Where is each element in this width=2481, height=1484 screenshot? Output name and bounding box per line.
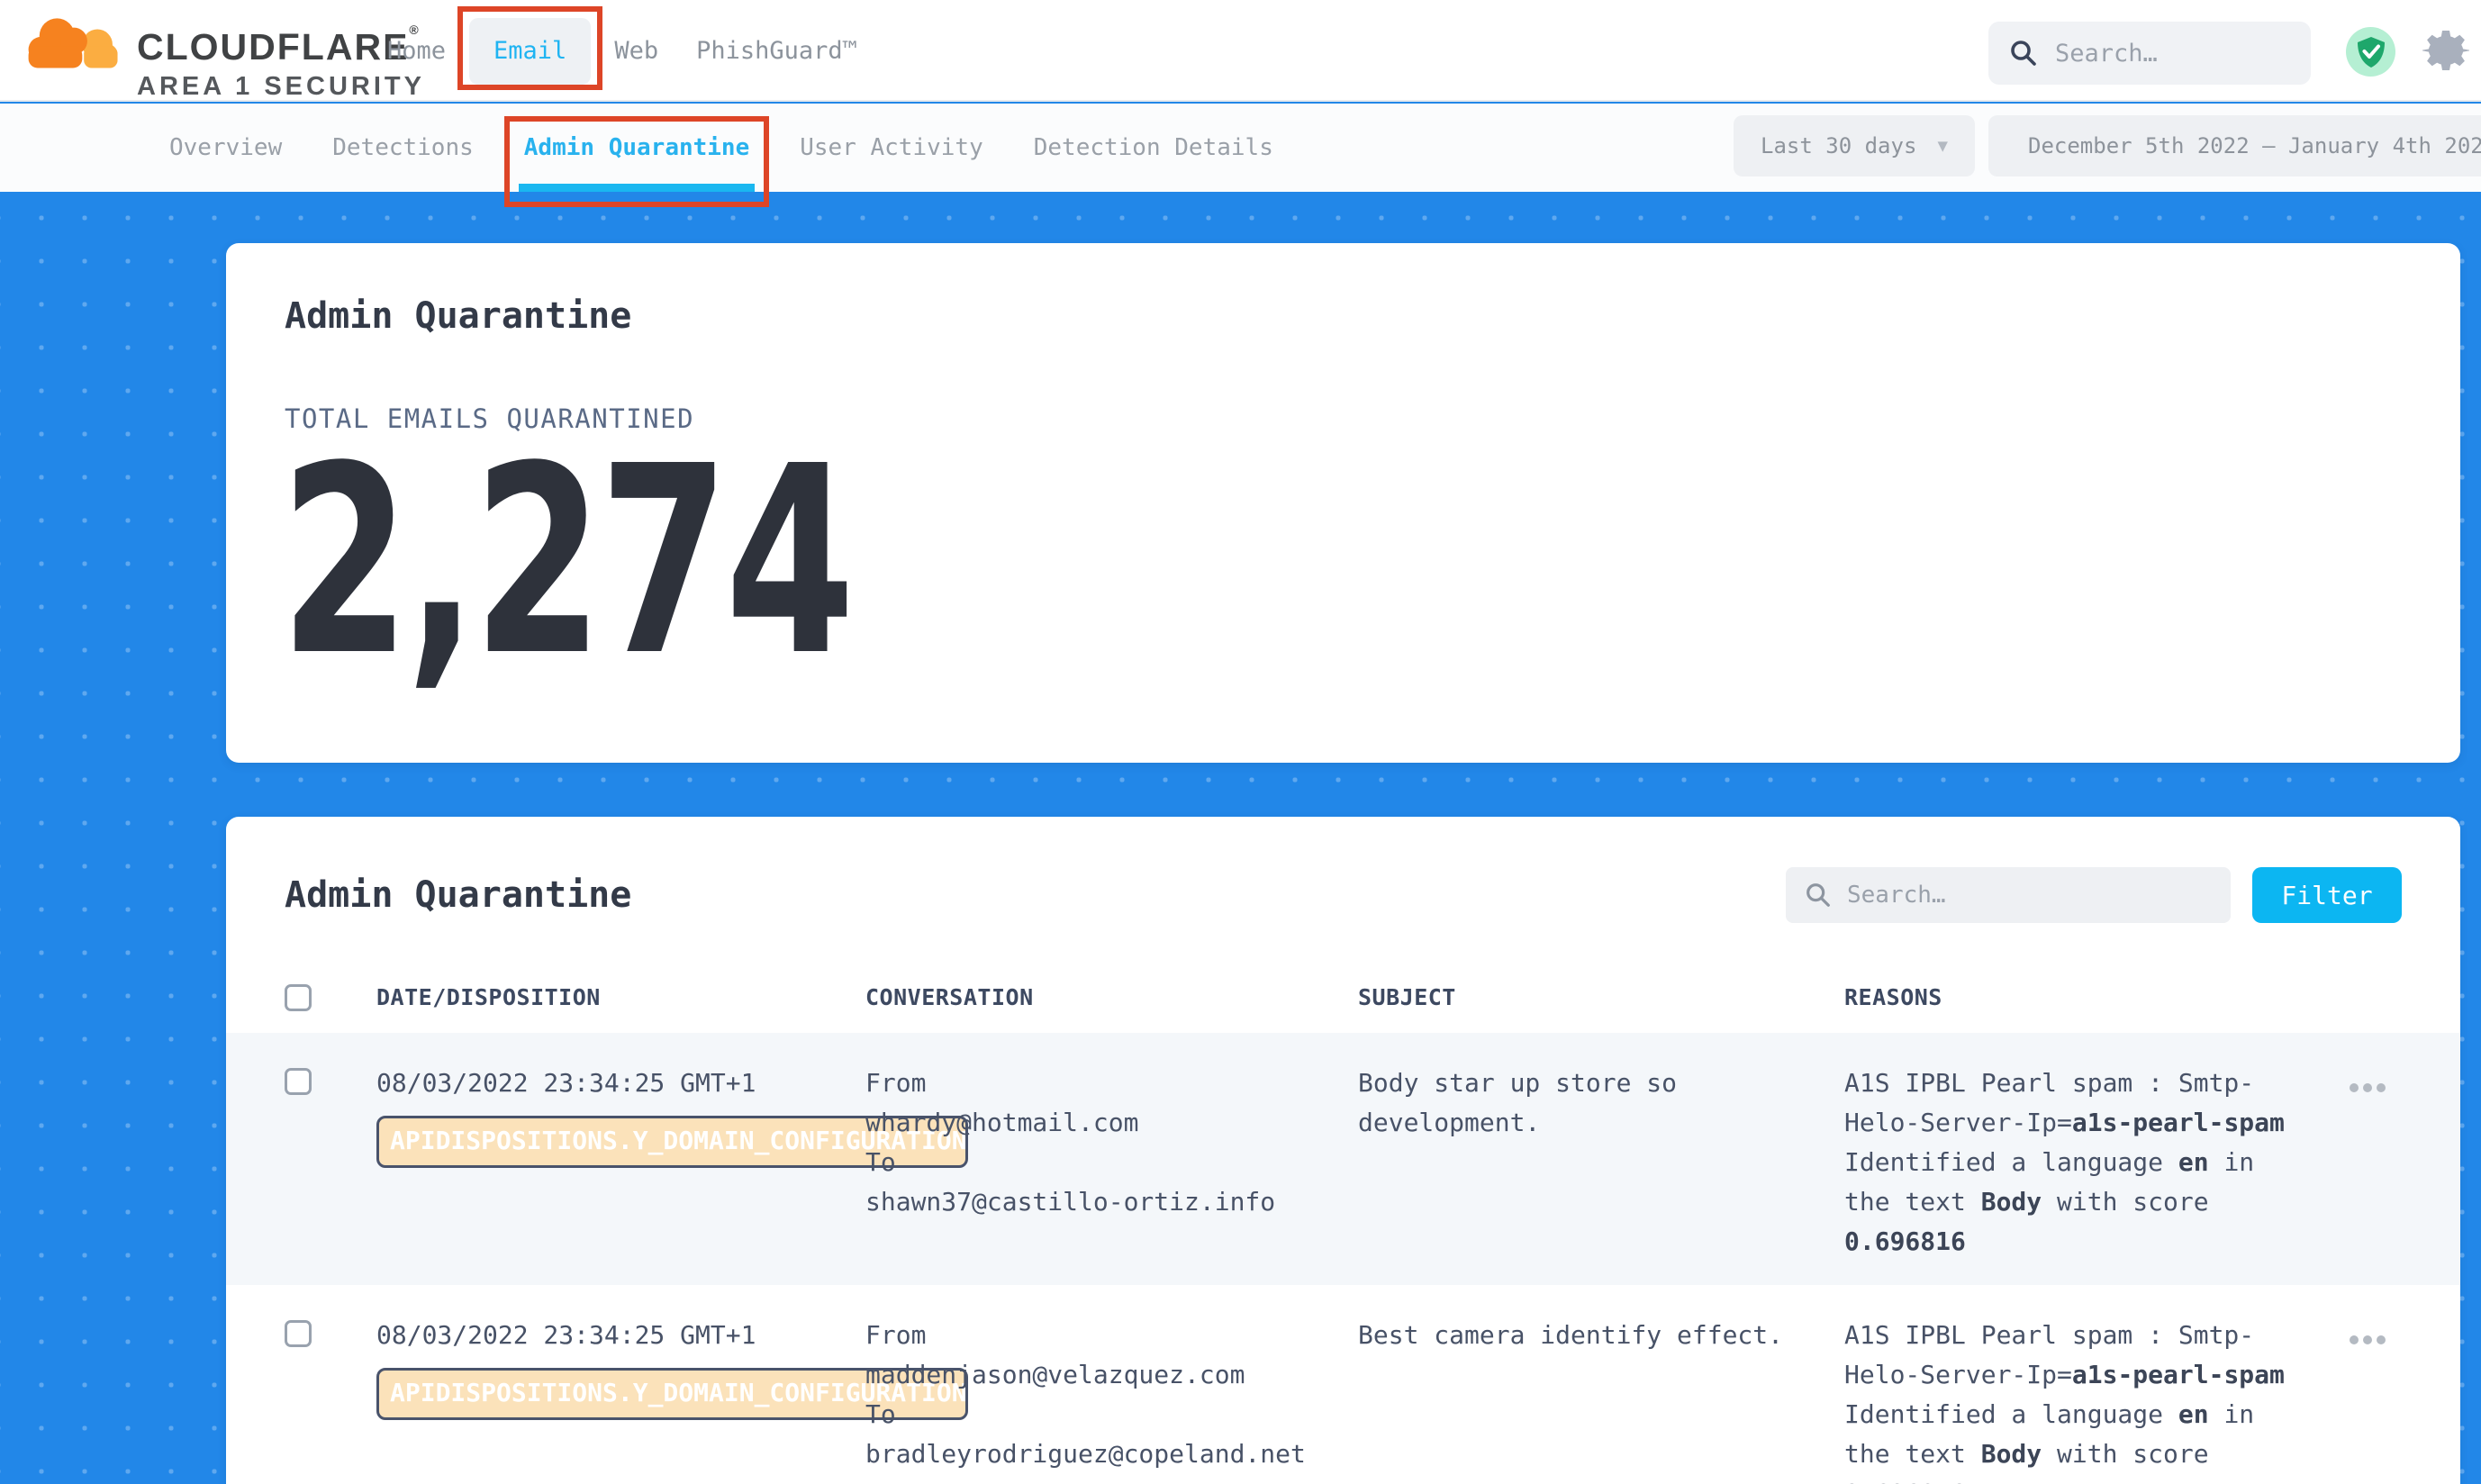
summary-card: Admin Quarantine TOTAL EMAILS QUARANTINE… [226,243,2460,763]
table-header-row: DATE/DISPOSITION CONVERSATION SUBJECT RE… [226,961,2460,1033]
from-label: From [865,1063,1358,1103]
select-all-checkbox[interactable] [285,984,312,1011]
reasons-text: A1S IPBL Pearl spam : Smtp-Helo-Server-I… [1844,1063,2290,1262]
table-row: 08/03/2022 23:34:25 GMT+1APIDISPOSITIONS… [226,1033,2460,1285]
from-address: maddenjason@velazquez.com [865,1355,1358,1395]
cloudflare-cloud-icon [23,7,124,77]
brand-subtitle: AREA 1 SECURITY [137,74,425,100]
table-search[interactable] [1786,867,2231,923]
tab-detections[interactable]: Detections [332,134,474,161]
tab-admin-quarantine-active[interactable]: Admin Quarantine [524,134,749,161]
nav-item-email-active[interactable]: Email [469,18,591,85]
subject-text: Best camera identify effect. [1358,1316,1826,1355]
column-header-subject: SUBJECT [1358,984,1844,1010]
table-search-input[interactable] [1847,882,2189,909]
date-disposition-cell: 08/03/2022 23:34:25 GMT+1APIDISPOSITIONS… [376,1063,865,1262]
date-range-dropdown-label: Last 30 days [1761,133,1916,158]
to-label: To [865,1395,1358,1434]
ellipsis-dot [2377,1083,2386,1092]
table-row: 08/03/2022 23:34:25 GMT+1APIDISPOSITIONS… [226,1285,2460,1484]
summary-card-title: Admin Quarantine [226,243,2460,337]
column-header-date-disposition: DATE/DISPOSITION [376,984,865,1010]
top-navbar: CLOUDFLARE® AREA 1 SECURITY Home Email W… [0,0,2481,102]
nav-item-web[interactable]: Web [614,37,658,65]
ellipsis-dot [2350,1083,2359,1092]
table-card-title: Admin Quarantine [285,874,631,916]
nav-item-home[interactable]: Home [387,37,446,65]
tab-detection-details[interactable]: Detection Details [1034,134,1273,161]
table-body: 08/03/2022 23:34:25 GMT+1APIDISPOSITIONS… [226,1033,2460,1484]
cloudflare-logo[interactable]: CLOUDFLARE® AREA 1 SECURITY [23,7,425,100]
to-label: To [865,1143,1358,1182]
column-header-reasons: REASONS [1844,984,2304,1010]
reasons-text: A1S IPBL Pearl spam : Smtp-Helo-Server-I… [1844,1316,2290,1484]
row-date: 08/03/2022 23:34:25 GMT+1 [376,1063,865,1103]
nav-item-phishguard[interactable]: PhishGuard™ [696,37,857,65]
from-address: whardy@hotmail.com [865,1103,1358,1143]
date-range-value[interactable]: December 5th 2022 — January 4th 2023 [1988,115,2481,176]
global-search-input[interactable] [2055,40,2280,68]
security-status-badge[interactable] [2346,27,2395,77]
ellipsis-dot [2377,1335,2386,1344]
shield-check-icon [2356,36,2386,68]
global-search[interactable] [1988,22,2311,85]
search-icon [1804,881,1833,909]
brand-title: CLOUDFLARE® [137,23,425,66]
quarantine-table-card: Admin Quarantine Filter DATE/DISPOSITION… [226,817,2460,1484]
date-disposition-cell: 08/03/2022 23:34:25 GMT+1APIDISPOSITIONS… [376,1316,865,1484]
date-range-text: December 5th 2022 — January 4th 2023 [2028,133,2481,158]
filter-button[interactable]: Filter [2252,867,2402,923]
red-annotation-box-admin-quarantine [504,116,769,207]
conversation-cell: Fromwhardy@hotmail.comToshawn37@castillo… [865,1063,1358,1262]
row-actions-menu[interactable] [2304,1063,2402,1262]
row-date: 08/03/2022 23:34:25 GMT+1 [376,1316,865,1355]
chevron-down-icon: ▼ [1938,136,1948,156]
conversation-cell: Frommaddenjason@velazquez.comTobradleyro… [865,1316,1358,1484]
to-address: bradleyrodriguez@copeland.net [865,1434,1358,1474]
tab-user-activity[interactable]: User Activity [800,134,983,161]
date-range-dropdown[interactable]: Last 30 days ▼ [1734,115,1975,176]
ellipsis-dot [2363,1335,2372,1344]
settings-gear-icon[interactable] [2422,27,2469,74]
to-address: shawn37@castillo-ortiz.info [865,1182,1358,1222]
row-actions-menu[interactable] [2304,1316,2402,1484]
primary-nav: Home Email Web PhishGuard™ [387,0,857,102]
row-checkbox[interactable] [285,1068,312,1095]
row-checkbox[interactable] [285,1320,312,1347]
active-tab-underline [519,184,755,192]
column-header-conversation: CONVERSATION [865,984,1358,1010]
metric-value: 2,274 [280,461,1811,664]
subject-text: Body star up store so development. [1358,1063,1826,1143]
from-label: From [865,1316,1358,1355]
search-icon [2008,38,2039,68]
tab-overview[interactable]: Overview [169,134,282,161]
ellipsis-dot [2363,1083,2372,1092]
ellipsis-dot [2350,1335,2359,1344]
